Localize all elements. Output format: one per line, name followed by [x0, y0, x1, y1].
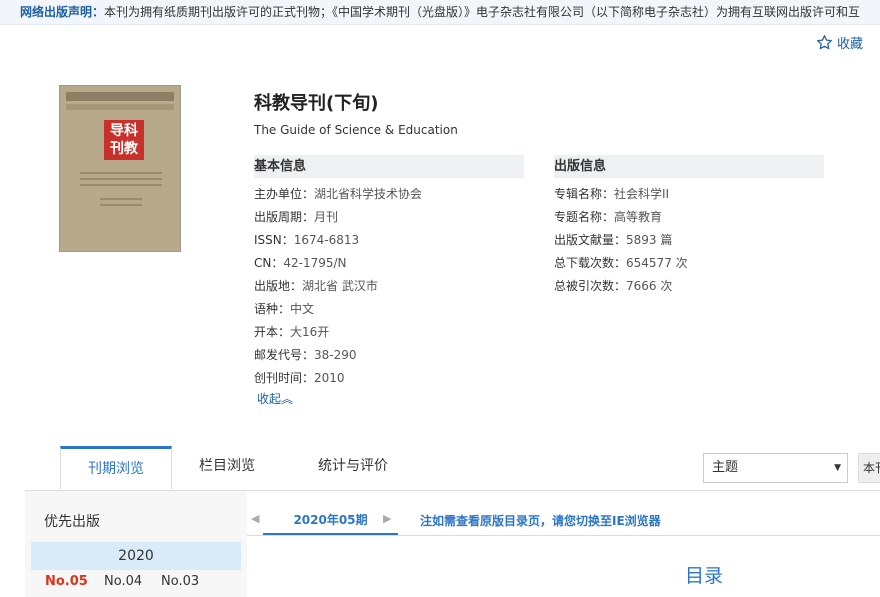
info-row: CN：42-1795/N: [254, 252, 422, 275]
publish-info-heading: 出版信息: [554, 155, 824, 178]
journal-english-title: The Guide of Science & Education: [254, 123, 458, 137]
info-value: 2010: [314, 371, 345, 385]
basic-info-heading-text: 基本信息: [254, 159, 307, 174]
info-label: 邮发代号：: [254, 348, 315, 362]
info-label: ISSN：: [254, 233, 294, 247]
tab-column-browse[interactable]: 栏目浏览: [175, 446, 279, 490]
publication-notice: 网络出版声明：本刊为拥有纸质期刊出版许可的正式刊物；《中国学术期刊（光盘版）》电…: [0, 0, 880, 25]
info-label: 语种：: [254, 302, 291, 316]
info-value: 38-290: [314, 348, 357, 362]
favorite-label: 收藏: [837, 37, 864, 52]
ie-browser-tip: 注如需查看原版目录页，请您切换至IE浏览器: [420, 514, 661, 528]
cover-line: [100, 204, 142, 206]
journal-cover: 导科刊教: [59, 85, 181, 252]
favorite-button[interactable]: 收藏: [816, 33, 863, 52]
basic-info-heading: 基本信息: [254, 155, 524, 178]
info-value: 中文: [290, 302, 315, 316]
info-value: 大16开: [290, 325, 330, 339]
notice-label: 网络出版声明：: [20, 5, 105, 19]
info-value: 社会科学II: [614, 187, 670, 201]
info-row: 创刊时间：2010: [254, 367, 422, 390]
basic-info-list: 主办单位：湖北省科学技术协会 出版周期：月刊 ISSN：1674-6813 CN…: [254, 183, 422, 390]
cover-line: [80, 178, 162, 180]
info-row: 总下载次数：654577 次: [554, 252, 688, 275]
current-issue-tab[interactable]: 2020年05期: [263, 505, 398, 535]
issue-link[interactable]: No.03: [161, 574, 199, 589]
journal-title: 科教导刊(下旬): [254, 93, 379, 114]
info-row: 开本：大16开: [254, 321, 422, 344]
info-label: 主办单位：: [254, 187, 315, 201]
cover-line: [80, 172, 162, 174]
next-issue-arrow-icon[interactable]: ▶: [383, 512, 391, 525]
info-value: 湖北省科学技术协会: [314, 187, 423, 201]
issue-link[interactable]: No.05: [45, 574, 88, 589]
info-value: 1674-6813: [293, 233, 360, 247]
info-label: 出版地：: [254, 279, 303, 293]
priority-publish-link[interactable]: 优先出版: [44, 511, 100, 531]
search-in-journal-button[interactable]: 本刊: [858, 453, 880, 483]
info-label: 出版文献量：: [554, 233, 627, 247]
year-toggle[interactable]: 2020: [31, 542, 241, 570]
info-row: 语种：中文: [254, 298, 422, 321]
info-row: 邮发代号：38-290: [254, 344, 422, 367]
info-row: 出版文献量：5893 篇: [554, 229, 688, 252]
cover-band: [66, 92, 174, 101]
info-row: 专辑名称：社会科学II: [554, 183, 688, 206]
info-value: 湖北省 武汉市: [302, 279, 378, 293]
info-row: 主办单位：湖北省科学技术协会: [254, 183, 422, 206]
tab-statistics[interactable]: 统计与评价: [293, 446, 413, 490]
info-label: 出版周期：: [254, 210, 315, 224]
info-label: 开本：: [254, 325, 291, 339]
info-value: 5893 篇: [626, 233, 673, 247]
info-value: 42-1795/N: [283, 256, 347, 270]
search-field-select[interactable]: 主题 ▼: [703, 453, 848, 483]
info-row: 出版周期：月刊: [254, 206, 422, 229]
info-value: 高等教育: [614, 210, 663, 224]
info-label: CN：: [254, 256, 284, 270]
star-outline-icon: [817, 35, 832, 50]
cover-band-secondary: [66, 104, 174, 110]
info-value: 654577 次: [626, 256, 688, 270]
info-label: 专题名称：: [554, 210, 615, 224]
tab-issue-browse[interactable]: 刊期浏览: [60, 446, 172, 490]
search-field-value: 主题: [712, 460, 739, 475]
issue-link[interactable]: No.04: [104, 574, 142, 589]
publish-info-heading-text: 出版信息: [554, 159, 607, 174]
toc-title: 目录: [685, 565, 724, 587]
info-row: 出版地：湖北省 武汉市: [254, 275, 422, 298]
cover-line: [100, 198, 142, 200]
cover-line: [80, 184, 162, 186]
info-row: 总被引次数：7666 次: [554, 275, 688, 298]
prev-issue-arrow-icon[interactable]: ◀: [251, 512, 259, 525]
info-label: 总被引次数：: [554, 279, 627, 293]
info-row: 专题名称：高等教育: [554, 206, 688, 229]
info-value: 月刊: [314, 210, 339, 224]
info-row: ISSN：1674-6813: [254, 229, 422, 252]
triangle-down-icon: ▼: [834, 463, 841, 473]
cover-logo: 导科刊教: [104, 120, 144, 160]
info-label: 总下载次数：: [554, 256, 627, 270]
info-value: 7666 次: [626, 279, 673, 293]
info-label: 专辑名称：: [554, 187, 615, 201]
publish-info-list: 专辑名称：社会科学II 专题名称：高等教育 出版文献量：5893 篇 总下载次数…: [554, 183, 688, 298]
collapse-info-link[interactable]: 收起︽: [257, 390, 293, 407]
notice-text: 本刊为拥有纸质期刊出版许可的正式刊物；《中国学术期刊（光盘版）》电子杂志社有限公…: [104, 5, 861, 19]
info-label: 创刊时间：: [254, 371, 315, 385]
